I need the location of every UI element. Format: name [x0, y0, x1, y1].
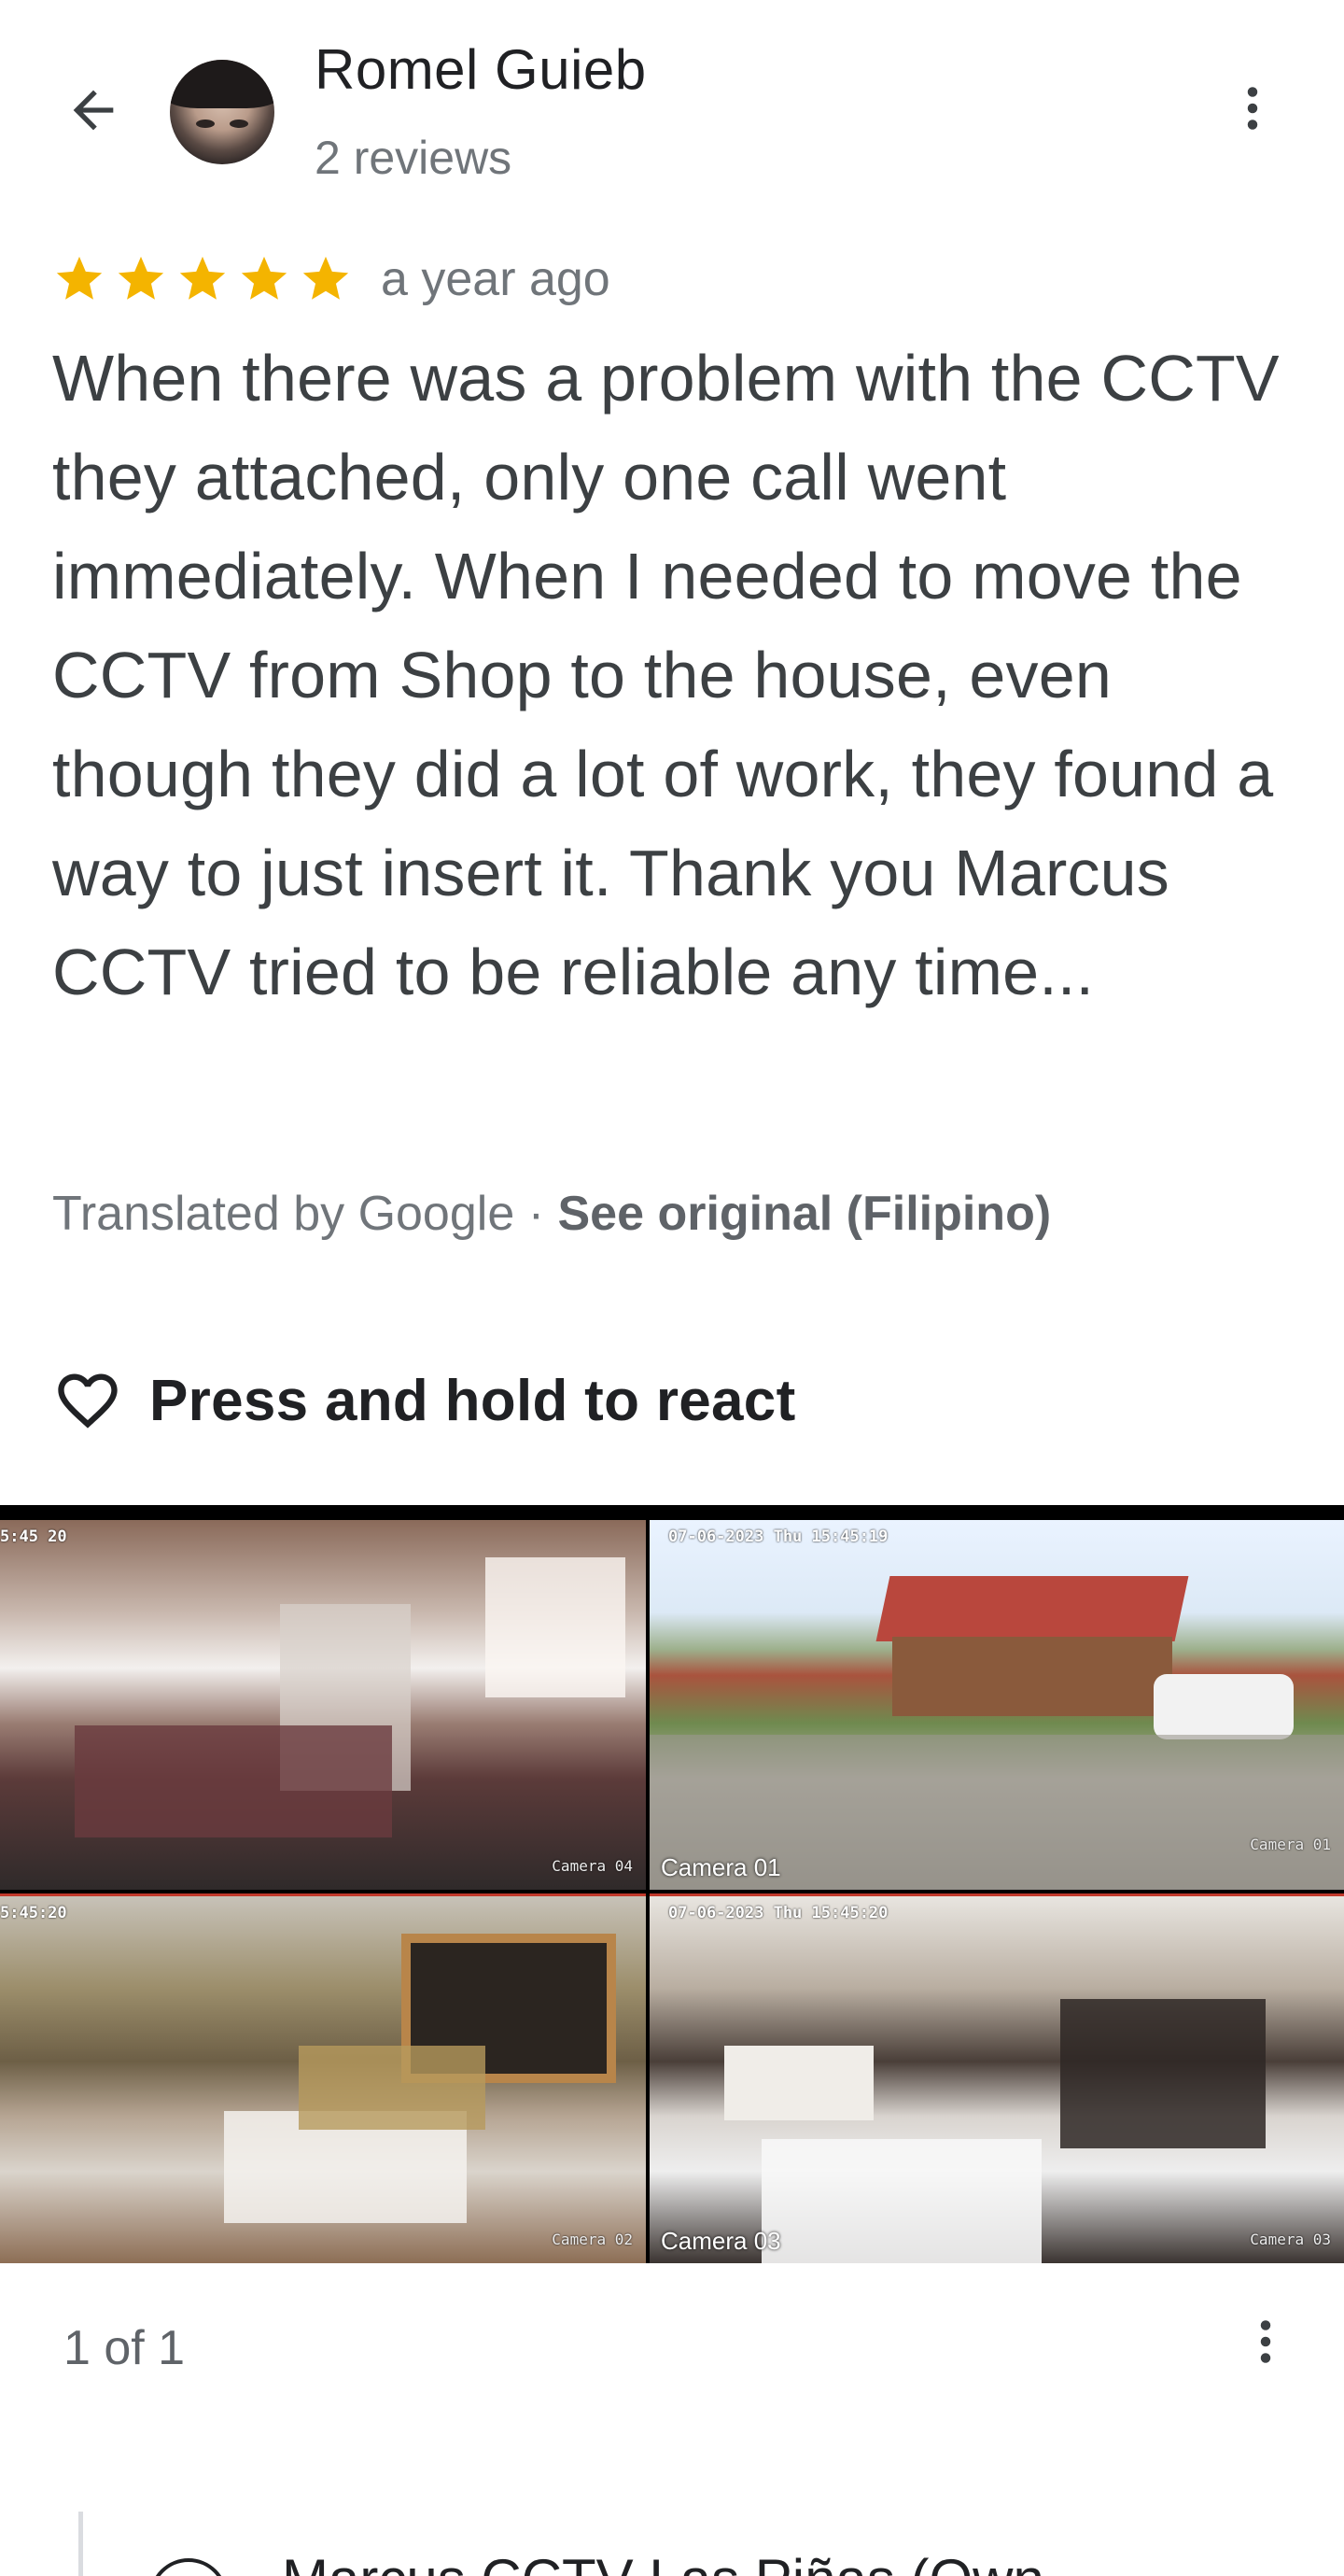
- react-label: Press and hold to react: [149, 1368, 796, 1433]
- camera-timestamp: 07-06-2023 Thu 15:45:20: [668, 1904, 889, 1922]
- owner-logo: [149, 2558, 228, 2576]
- camera-tag: Camera 02: [552, 2231, 633, 2248]
- camera-tag: Camera 01: [1250, 1836, 1331, 1853]
- rating-row: a year ago: [52, 246, 610, 312]
- photo-more-button[interactable]: [1225, 2301, 1307, 2383]
- floor-tiles-shape: [762, 2139, 1042, 2263]
- camera-timestamp: 5:45 20: [0, 1527, 67, 1546]
- avatar-eye-right: [230, 120, 248, 128]
- camera-timestamp: 5:45:20: [0, 1904, 67, 1922]
- counter-shape: [75, 1725, 392, 1837]
- more-vert-icon: [1247, 87, 1258, 130]
- review-detail-page: Romel Guieb 2 reviews a year ago When th…: [0, 0, 1344, 2576]
- review-text: When there was a problem with the CCTV t…: [52, 342, 1280, 1008]
- star-icon: [302, 256, 349, 300]
- owner-response: Marcus CCTV Las Piñas (Own: [0, 2512, 1344, 2576]
- dining-set-shape: [1060, 1999, 1266, 2148]
- camera-tag: Camera 03: [1250, 2231, 1331, 2248]
- camera-view-03: 07-06-2023 Thu 15:45:20 Camera 03 Camera…: [650, 1893, 1344, 2263]
- reviewer-avatar[interactable]: [170, 60, 274, 164]
- reviewer-review-count: 2 reviews: [315, 132, 512, 184]
- van-shape: [1154, 1674, 1294, 1739]
- react-button[interactable]: Press and hold to react: [52, 1358, 796, 1443]
- review-time: a year ago: [381, 252, 610, 306]
- star-rating: [52, 252, 353, 306]
- arrow-left-icon: [73, 90, 114, 131]
- heart-outline-icon: [58, 1373, 118, 1429]
- camera-tag: Camera 04: [552, 1857, 633, 1875]
- camera-view-04: 5:45 20 Camera 04: [0, 1520, 646, 1890]
- chairs-shape: [299, 2046, 485, 2130]
- house-roof-shape: [875, 1576, 1189, 1641]
- owner-name: Marcus CCTV Las Piñas (Own: [282, 2547, 1044, 2576]
- review-photo[interactable]: 5:45 20 Camera 04 07-06-2023 Thu 15:45:1…: [0, 1505, 1344, 2263]
- camera-view-02: 5:45:20 Camera 02: [0, 1893, 646, 2263]
- house-wall-shape: [892, 1637, 1172, 1716]
- photo-pager: 1 of 1: [63, 2321, 186, 2375]
- translation-note: Translated by Google · See original (Fil…: [52, 1186, 1051, 1242]
- reviewer-header: Romel Guieb 2 reviews: [0, 0, 1344, 205]
- back-button[interactable]: [52, 69, 134, 151]
- owner-response-bar: [78, 2512, 83, 2576]
- see-original-link[interactable]: See original (Filipino): [557, 1187, 1051, 1241]
- avatar-eye-left: [196, 120, 215, 128]
- translated-by-label: Translated by Google ·: [52, 1187, 558, 1241]
- reviewer-name[interactable]: Romel Guieb: [315, 37, 647, 102]
- star-icon: [118, 256, 164, 300]
- more-options-button[interactable]: [1211, 67, 1294, 149]
- star-icon: [56, 256, 103, 300]
- window-glare-shape: [485, 1557, 625, 1697]
- sofa-shape: [724, 2046, 874, 2120]
- camera-view-01: 07-06-2023 Thu 15:45:19 Camera 01 Camera…: [650, 1520, 1344, 1890]
- camera-timestamp: 07-06-2023 Thu 15:45:19: [668, 1527, 889, 1546]
- camera-label: Camera 03: [661, 2227, 781, 2255]
- camera-label: Camera 01: [661, 1853, 781, 1881]
- avatar-hair: [170, 60, 274, 108]
- star-icon: [179, 256, 226, 300]
- more-vert-icon: [1260, 2320, 1271, 2363]
- star-icon: [241, 256, 287, 300]
